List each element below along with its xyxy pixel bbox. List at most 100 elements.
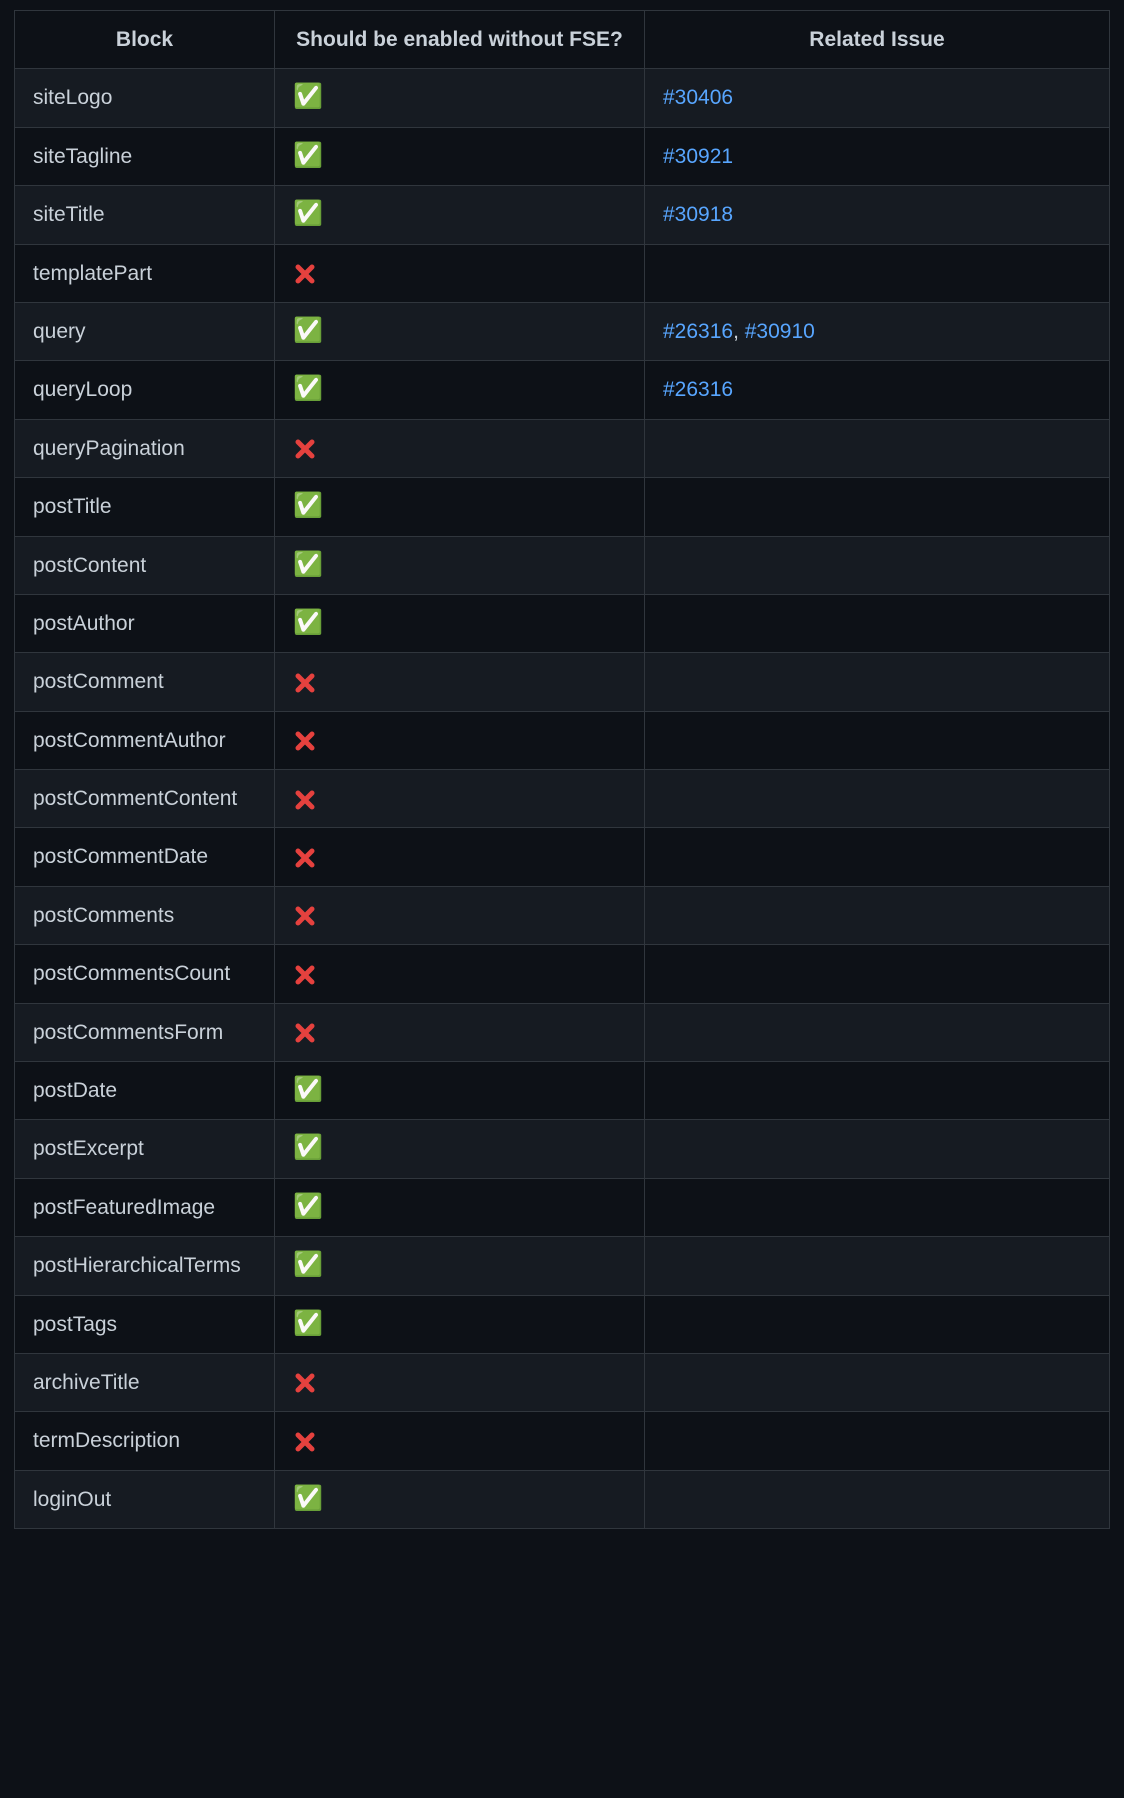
cell-enabled [275, 1353, 645, 1411]
cell-block-name: siteTitle [15, 186, 275, 244]
cell-block-name: postExcerpt [15, 1120, 275, 1178]
cell-enabled [275, 244, 645, 302]
cell-enabled: ✅ [275, 1237, 645, 1295]
table-row: postComments [15, 886, 1110, 944]
cell-block-name: siteTagline [15, 127, 275, 185]
cell-block-name: postComment [15, 653, 275, 711]
cell-block-name: postCommentAuthor [15, 711, 275, 769]
table-row: postContent ✅ [15, 536, 1110, 594]
cell-related-issue: #26316, #30910 [645, 302, 1110, 360]
check-icon: ✅ [293, 1251, 323, 1278]
table-row: postCommentsForm [15, 1003, 1110, 1061]
cell-enabled [275, 945, 645, 1003]
cell-related-issue [645, 536, 1110, 594]
cell-related-issue [645, 1120, 1110, 1178]
cell-enabled [275, 1412, 645, 1470]
issue-link[interactable]: #30918 [663, 203, 733, 226]
cell-related-issue [645, 828, 1110, 886]
cell-block-name: siteLogo [15, 69, 275, 127]
table-row: postComment [15, 653, 1110, 711]
cell-related-issue [645, 1295, 1110, 1353]
cell-related-issue [645, 419, 1110, 477]
cell-block-name: postTitle [15, 478, 275, 536]
cell-enabled [275, 770, 645, 828]
cross-icon [293, 787, 317, 810]
cell-block-name: termDescription [15, 1412, 275, 1470]
table-row: postAuthor✅ [15, 594, 1110, 652]
cell-related-issue [645, 244, 1110, 302]
cell-block-name: postCommentsForm [15, 1003, 275, 1061]
cell-enabled: ✅ [275, 69, 645, 127]
cell-related-issue: #30918 [645, 186, 1110, 244]
cell-enabled [275, 1003, 645, 1061]
issue-link[interactable]: #30406 [663, 86, 733, 109]
table-row: postFeaturedImage ✅ [15, 1178, 1110, 1236]
cell-block-name: postContent [15, 536, 275, 594]
table-row: postCommentContent [15, 770, 1110, 828]
cell-related-issue [645, 1062, 1110, 1120]
cross-icon [293, 904, 317, 927]
cell-enabled: ✅ [275, 302, 645, 360]
check-icon: ✅ [293, 1485, 323, 1512]
cell-related-issue [645, 478, 1110, 536]
check-icon: ✅ [293, 375, 323, 402]
table-row: postExcerpt✅ [15, 1120, 1110, 1178]
table-row: postDate✅ [15, 1062, 1110, 1120]
table-row: siteLogo ✅ #30406 [15, 69, 1110, 127]
cell-enabled: ✅ [275, 1062, 645, 1120]
table-row: siteTagline ✅ #30921 [15, 127, 1110, 185]
cell-block-name: loginOut [15, 1470, 275, 1528]
check-icon: ✅ [293, 200, 323, 227]
cell-related-issue [645, 945, 1110, 1003]
cell-block-name: archiveTitle [15, 1353, 275, 1411]
cell-block-name: postFeaturedImage [15, 1178, 275, 1236]
cell-related-issue [645, 711, 1110, 769]
table-row: postTags✅ [15, 1295, 1110, 1353]
check-icon: ✅ [293, 1310, 323, 1337]
issue-link[interactable]: #26316 [663, 378, 733, 401]
issue-link[interactable]: #30921 [663, 145, 733, 168]
cell-block-name: query [15, 302, 275, 360]
cell-block-name: templatePart [15, 244, 275, 302]
check-icon: ✅ [293, 83, 323, 110]
cell-enabled: ✅ [275, 1178, 645, 1236]
cell-block-name: postComments [15, 886, 275, 944]
check-icon: ✅ [293, 317, 323, 344]
check-icon: ✅ [293, 1193, 323, 1220]
table-row: termDescription [15, 1412, 1110, 1470]
check-icon: ✅ [293, 609, 323, 636]
cell-enabled: ✅ [275, 127, 645, 185]
cell-enabled: ✅ [275, 1120, 645, 1178]
table-row: postCommentsCount [15, 945, 1110, 1003]
cross-icon [293, 437, 317, 460]
blocks-table: Block Should be enabled without FSE? Rel… [14, 10, 1110, 1529]
issue-link[interactable]: #26316 [663, 320, 733, 343]
check-icon: ✅ [293, 142, 323, 169]
cell-enabled [275, 828, 645, 886]
table-row: postHierarchicalTerms ✅ [15, 1237, 1110, 1295]
cross-icon [293, 962, 317, 985]
cell-block-name: queryPagination [15, 419, 275, 477]
cell-enabled: ✅ [275, 1470, 645, 1528]
check-icon: ✅ [293, 551, 323, 578]
cross-icon [293, 1371, 317, 1394]
cell-block-name: postDate [15, 1062, 275, 1120]
table-row: templatePart [15, 244, 1110, 302]
cross-icon [293, 729, 317, 752]
cell-related-issue: #26316 [645, 361, 1110, 419]
cell-related-issue [645, 1470, 1110, 1528]
cell-enabled [275, 711, 645, 769]
issue-link[interactable]: #30910 [745, 320, 815, 343]
cell-block-name: postCommentsCount [15, 945, 275, 1003]
table-row: queryPagination [15, 419, 1110, 477]
cell-block-name: postHierarchicalTerms [15, 1237, 275, 1295]
table-row: loginOut ✅ [15, 1470, 1110, 1528]
cell-related-issue [645, 1412, 1110, 1470]
cross-icon [293, 845, 317, 868]
table-row: postCommentDate [15, 828, 1110, 886]
cell-related-issue [645, 653, 1110, 711]
cell-block-name: postCommentDate [15, 828, 275, 886]
table-row: postTitle✅ [15, 478, 1110, 536]
table-row: query ✅ #26316, #30910 [15, 302, 1110, 360]
cell-enabled [275, 886, 645, 944]
